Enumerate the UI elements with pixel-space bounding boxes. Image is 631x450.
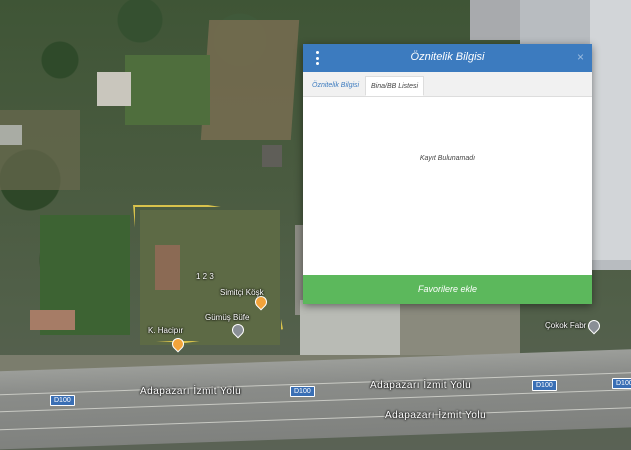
map-building <box>30 310 75 330</box>
close-icon[interactable]: × <box>577 50 584 64</box>
map-building <box>0 125 22 145</box>
tab-building-list[interactable]: Bina/BB Listesi <box>365 76 425 96</box>
map-field <box>0 110 80 190</box>
place-label[interactable]: Gümüş Büfe <box>205 313 249 322</box>
road-label: Adapazarı İzmit Yolu <box>370 380 472 391</box>
parcel-number-label: 1 2 3 <box>196 272 214 281</box>
road-label: Adapazarı İzmit Yolu <box>385 410 487 421</box>
add-to-favorites-button[interactable]: Favorilere ekle <box>303 275 592 304</box>
map-field <box>300 300 400 360</box>
place-label[interactable]: K. Hacipır <box>148 326 183 335</box>
place-label[interactable]: Çokok Fabr <box>545 321 586 330</box>
dialog-header[interactable]: Öznitelik Bilgisi × <box>303 44 592 72</box>
route-badge: D100 <box>612 378 631 389</box>
tab-attribute-info[interactable]: Öznitelik Bilgisi <box>307 76 364 96</box>
map-field <box>400 300 520 360</box>
map-field <box>470 0 520 40</box>
attribute-info-dialog: Öznitelik Bilgisi × Öznitelik Bilgisi Bi… <box>303 44 592 304</box>
map-building <box>97 72 131 106</box>
road-label: Adapazarı İzmit Yolu <box>140 386 242 397</box>
pin-gray-icon[interactable] <box>585 317 603 335</box>
route-badge: D100 <box>532 380 557 391</box>
map-field <box>200 20 300 140</box>
dialog-tabs: Öznitelik Bilgisi Bina/BB Listesi <box>303 72 592 97</box>
dialog-title: Öznitelik Bilgisi <box>410 51 485 63</box>
route-badge: D100 <box>290 386 315 397</box>
map-field <box>125 55 210 125</box>
route-badge: D100 <box>50 395 75 406</box>
empty-message: Kayıt Bulunamadı <box>419 155 476 162</box>
place-label[interactable]: Simitçi Köşk <box>220 288 264 297</box>
dialog-body: Kayıt Bulunamadı <box>303 97 592 275</box>
industrial-roof <box>590 0 631 260</box>
map-building <box>262 145 282 167</box>
